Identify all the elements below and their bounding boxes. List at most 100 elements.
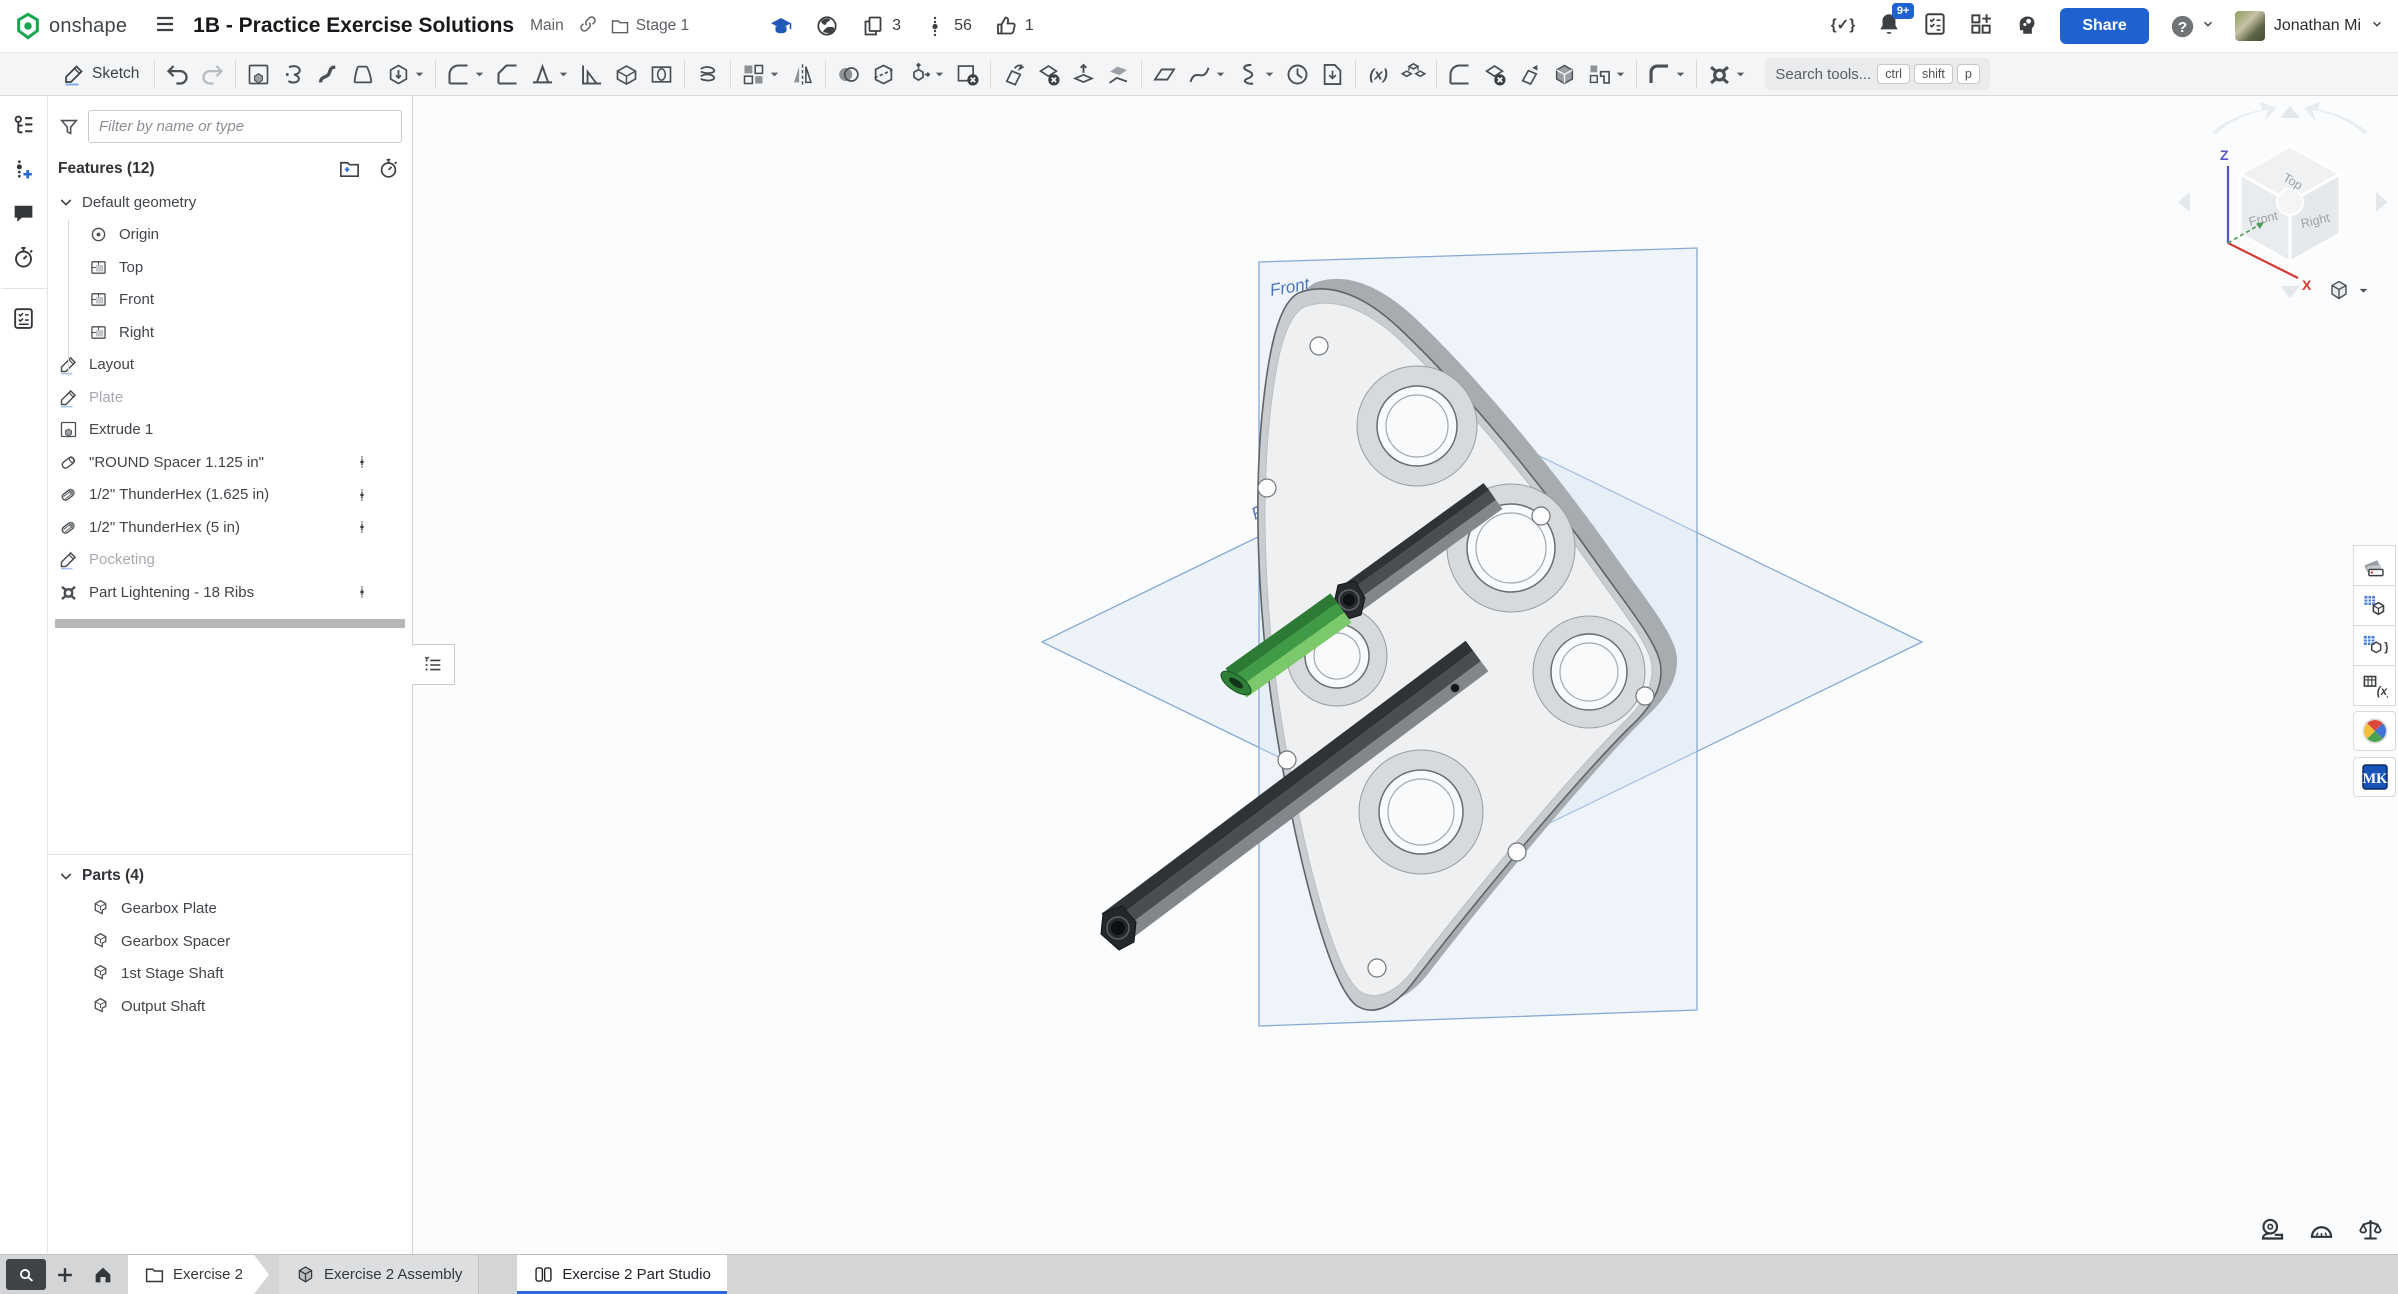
configured-variables-panel-button[interactable]: (x) — [2353, 665, 2396, 706]
workspace-name[interactable]: Main — [530, 17, 564, 35]
tool-redo-button[interactable] — [195, 56, 230, 92]
measure-tape-button[interactable] — [2259, 1216, 2286, 1248]
doc-tab-exercise-2-assembly[interactable]: Exercise 2 Assembly — [279, 1255, 479, 1294]
followers-count[interactable]: 56 — [917, 14, 978, 38]
view-options-menu[interactable] — [2327, 278, 2370, 302]
tasks-button[interactable] — [1922, 11, 1948, 42]
sketch-button[interactable]: Sketch — [52, 56, 149, 92]
feature-list-panel-button[interactable] — [5, 106, 43, 144]
share-button[interactable]: Share — [2060, 8, 2148, 44]
tool-loft-button[interactable] — [346, 56, 381, 92]
copies-count[interactable]: 3 — [855, 14, 907, 38]
comments-panel-button[interactable] — [5, 194, 43, 232]
tool-extract-surface-button[interactable] — [1066, 56, 1101, 92]
measure-angle-button[interactable] — [2308, 1216, 2335, 1248]
main-menu-button[interactable] — [153, 12, 177, 41]
doc-tab-exercise-2-part-studio[interactable]: Exercise 2 Part Studio — [517, 1255, 726, 1294]
search-tools[interactable]: Search tools... ctrlshiftp — [1765, 58, 1989, 90]
feature-menu-dots-icon[interactable] — [354, 452, 370, 472]
feature-item-front[interactable]: Front — [48, 284, 412, 317]
notifications-button[interactable]: 9+ — [1876, 11, 1902, 42]
part-item-output-shaft[interactable]: Output Shaft — [48, 990, 412, 1023]
tool-project-curve-button[interactable] — [1280, 56, 1315, 92]
tasks-panel-button[interactable] — [5, 299, 43, 337]
tool-modify-fillet-button[interactable] — [1442, 56, 1477, 92]
panel-collapse-button[interactable] — [412, 644, 455, 685]
feature-menu-dots-icon[interactable] — [354, 582, 370, 602]
version-selector[interactable]: Stage 1 — [610, 16, 689, 36]
onshape-logo[interactable]: onshape — [14, 12, 127, 40]
new-tab-button[interactable] — [46, 1255, 84, 1294]
tool-helix-button[interactable] — [1231, 56, 1280, 92]
tool-hole-button[interactable] — [644, 56, 679, 92]
public-globe[interactable] — [809, 14, 845, 38]
home-button[interactable] — [84, 1255, 122, 1294]
likes-count[interactable]: 1 — [988, 14, 1040, 38]
tool-extrude-button[interactable] — [241, 56, 276, 92]
chevron-down-icon[interactable] — [58, 194, 74, 210]
tool-move-face-button[interactable] — [1512, 56, 1547, 92]
part-item-gearbox-spacer[interactable]: Gearbox Spacer — [48, 925, 412, 958]
tab-manager-button[interactable] — [6, 1259, 46, 1290]
rollback-bar[interactable] — [55, 619, 405, 628]
tool-linear-pattern-button[interactable] — [736, 56, 785, 92]
tool-variable-button[interactable]: (x) — [1361, 56, 1396, 92]
tool-delete-part-button[interactable] — [950, 56, 985, 92]
bom-table-panel-button[interactable] — [2353, 585, 2396, 626]
mass-properties-button[interactable] — [2357, 1216, 2384, 1248]
tool-sweep-button[interactable] — [311, 56, 346, 92]
tool-pattern-face-button[interactable] — [1582, 56, 1631, 92]
feature-item-1-2-thunderhex-1-625-in[interactable]: 1/2" ThunderHex (1.625 in) — [48, 479, 412, 512]
graphics-viewport[interactable]: Front Right — [413, 96, 2398, 1254]
featurescript-button[interactable]: {✓} — [1830, 11, 1856, 42]
feature-menu-dots-icon[interactable] — [354, 485, 370, 505]
part-item-gearbox-plate[interactable]: Gearbox Plate — [48, 893, 412, 926]
tool-fillet-button[interactable] — [441, 56, 490, 92]
versions-panel-button[interactable] — [5, 150, 43, 188]
tool-undo-button[interactable] — [160, 56, 195, 92]
learning-center-button[interactable] — [2014, 11, 2040, 42]
tool-curve-button[interactable] — [1182, 56, 1231, 92]
tool-mirror-button[interactable] — [785, 56, 820, 92]
app-mk-button[interactable]: MK — [2353, 757, 2396, 797]
feature-item-extrude-1[interactable]: Extrude 1 — [48, 414, 412, 447]
apps-button[interactable] — [1968, 11, 1994, 42]
feature-item-top[interactable]: Top — [48, 251, 412, 284]
learning-cap[interactable] — [763, 14, 799, 38]
part-item-1st-stage-shaft[interactable]: 1st Stage Shaft — [48, 958, 412, 991]
feature-item-right[interactable]: Right — [48, 316, 412, 349]
history-panel-button[interactable] — [5, 238, 43, 276]
feature-item-default-geometry[interactable]: Default geometry — [48, 186, 412, 219]
tool-chamfer-button[interactable] — [490, 56, 525, 92]
tool-transform-button[interactable] — [901, 56, 950, 92]
user-menu[interactable]: Jonathan Mi — [2235, 11, 2384, 41]
rollback-history-icon[interactable] — [377, 157, 400, 180]
filter-input[interactable] — [88, 110, 402, 143]
feature-item-1-2-thunderhex-5-in[interactable]: 1/2" ThunderHex (5 in) — [48, 511, 412, 544]
tool-split-button[interactable] — [866, 56, 901, 92]
feature-item-layout[interactable]: Layout — [48, 349, 412, 382]
tool-thread-button[interactable] — [690, 56, 725, 92]
tool-replace-face-button[interactable] — [1547, 56, 1582, 92]
parts-header[interactable]: Parts (4) — [48, 859, 412, 893]
appearance-panel-button[interactable] — [2353, 545, 2396, 586]
tool-shell-button[interactable] — [609, 56, 644, 92]
feature-item-round-spacer-1-125-in[interactable]: "ROUND Spacer 1.125 in" — [48, 446, 412, 479]
feature-item-part-lightening-18-ribs[interactable]: Part Lightening - 18 Ribs — [48, 576, 412, 609]
tool-delete-face-2-button[interactable] — [1477, 56, 1512, 92]
feature-menu-dots-icon[interactable] — [354, 517, 370, 537]
tool-delete-face-button[interactable] — [1031, 56, 1066, 92]
configuration-table-panel-button[interactable]: } — [2353, 625, 2396, 666]
tool-thicken-button[interactable] — [381, 56, 430, 92]
tool-boolean-button[interactable] — [831, 56, 866, 92]
tool-rib-button[interactable] — [574, 56, 609, 92]
help-menu[interactable]: ? — [2169, 13, 2215, 40]
app-color-wheel-button[interactable] — [2353, 711, 2396, 751]
tool-revolve-button[interactable] — [276, 56, 311, 92]
tool-sheet-metal-button[interactable] — [1642, 56, 1691, 92]
doc-tab-exercise-2[interactable]: Exercise 2 — [128, 1255, 269, 1294]
tool-fill-surface-button[interactable] — [1101, 56, 1136, 92]
feature-item-pocketing[interactable]: Pocketing — [48, 544, 412, 577]
link-icon[interactable] — [578, 14, 598, 39]
tool-plane-button[interactable] — [1147, 56, 1182, 92]
